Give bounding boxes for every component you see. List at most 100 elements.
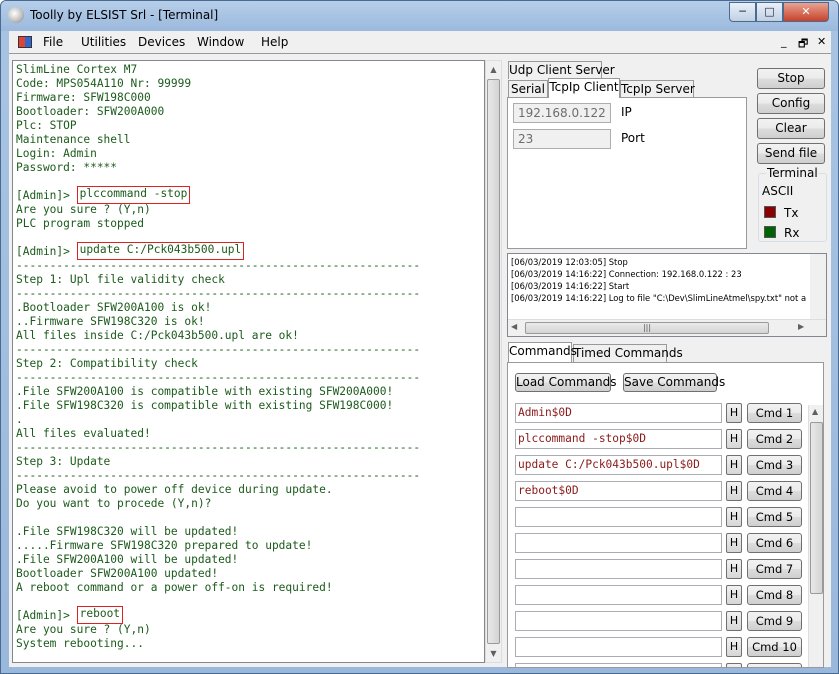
hex-button[interactable]: H xyxy=(726,403,742,423)
terminal-line: [Admin]> plccommand -stop xyxy=(16,186,420,204)
terminal-line: Login: Admin xyxy=(16,147,420,161)
scrollbar-thumb[interactable] xyxy=(810,422,823,594)
hex-button[interactable]: H xyxy=(726,455,742,475)
scroll-up-icon[interactable]: ▲ xyxy=(486,61,501,78)
command-input[interactable] xyxy=(515,507,722,527)
send-command-button[interactable]: Cmd 6 xyxy=(747,533,802,553)
terminal-output[interactable]: SlimLine Cortex M7 Code: MPS054A110 Nr: 9… xyxy=(12,60,485,663)
scroll-right-icon[interactable]: ▶ xyxy=(798,322,804,331)
title-bar[interactable]: Toolly by ELSIST Srl - [Terminal] ─ □ ✕ xyxy=(1,1,838,31)
terminal-line-text: . xyxy=(16,413,23,426)
command-input[interactable]: update C:/Pck043b500.upl$0D xyxy=(515,455,722,475)
scroll-down-icon[interactable]: ▼ xyxy=(486,645,501,662)
tx-label: Tx xyxy=(784,206,799,220)
terminal-line-text: .File SFW200A100 is compatible with exis… xyxy=(16,385,394,398)
terminal-line-text: Bootloader: SFW200A000 xyxy=(16,105,165,118)
config-button[interactable]: Config xyxy=(757,93,825,114)
ip-field[interactable]: 192.168.0.122 xyxy=(513,103,611,123)
terminal-scrollbar[interactable]: ▲ ▼ xyxy=(485,60,502,663)
menu-help[interactable]: Help xyxy=(261,35,288,49)
terminal-line-text: Code: MPS054A110 Nr: 99999 xyxy=(16,77,192,90)
scroll-left-icon[interactable]: ◀ xyxy=(511,322,517,331)
scrollbar-thumb[interactable] xyxy=(487,79,500,644)
port-field[interactable]: 23 xyxy=(513,129,611,149)
send-command-button[interactable]: Cmd 5 xyxy=(747,507,802,527)
highlighted-command: reboot xyxy=(76,606,124,624)
minimize-button[interactable]: ─ xyxy=(729,2,756,22)
close-button[interactable]: ✕ xyxy=(783,2,829,22)
tab-tcpip-server[interactable]: TcpIp Server xyxy=(620,80,695,98)
log-horizontal-scrollbar[interactable]: ◀ ||| ▶ xyxy=(508,319,826,336)
send-command-button[interactable]: Cmd 11 xyxy=(747,663,802,667)
document-icon[interactable] xyxy=(18,36,32,48)
scrollbar-thumb[interactable]: ||| xyxy=(525,322,769,334)
send-command-button[interactable]: Cmd 1 xyxy=(747,403,802,423)
terminal-line-text: All files evaluated! xyxy=(16,427,151,440)
commands-scrollbar[interactable]: ▲ xyxy=(808,405,823,667)
tab-serial[interactable]: Serial xyxy=(508,80,548,98)
hex-button[interactable]: H xyxy=(726,663,742,667)
terminal-line: .....Firmware SFW198C320 prepared to upd… xyxy=(16,539,420,553)
log-vertical-scrollbar[interactable] xyxy=(810,254,826,319)
send-command-button[interactable]: Cmd 8 xyxy=(747,585,802,605)
hex-button[interactable]: H xyxy=(726,585,742,605)
tab-tcpip-client[interactable]: TcpIp Client xyxy=(548,78,620,98)
terminal-line-text: Firmware: SFW198C000 xyxy=(16,91,151,104)
terminal-line-text: Step 3: Update xyxy=(16,455,111,468)
terminal-line: . xyxy=(16,413,420,427)
command-input[interactable]: plccommand -stop$0D xyxy=(515,429,722,449)
send-command-button[interactable]: Cmd 7 xyxy=(747,559,802,579)
terminal-line: Are you sure ? (Y,n) xyxy=(16,203,420,217)
command-input[interactable] xyxy=(515,585,722,605)
hex-button[interactable]: H xyxy=(726,533,742,553)
command-input[interactable]: reboot$0D xyxy=(515,481,722,501)
save-commands-button[interactable]: Save Commands xyxy=(623,373,725,392)
load-commands-button[interactable]: Load Commands xyxy=(515,373,617,392)
log-line: [06/03/2019 12:03:05] Stop xyxy=(511,257,628,267)
tab-commands[interactable]: Commands xyxy=(508,342,577,362)
terminal-line: All files inside C:/Pck043b500.upl are o… xyxy=(16,329,420,343)
terminal-group-title: Terminal xyxy=(766,166,819,180)
command-input[interactable] xyxy=(515,559,722,579)
terminal-line-text: Bootloader SFW200A100 updated! xyxy=(16,567,219,580)
child-close-button[interactable]: ✕ xyxy=(817,35,826,48)
terminal-line-text: SlimLine Cortex M7 xyxy=(16,63,138,76)
send-command-button[interactable]: Cmd 4 xyxy=(747,481,802,501)
log-line: [06/03/2019 14:16:22] Start xyxy=(511,281,630,291)
menu-devices[interactable]: Devices xyxy=(138,35,185,49)
stop-button[interactable]: Stop xyxy=(757,68,825,89)
clear-button[interactable]: Clear xyxy=(757,118,825,139)
terminal-line: ----------------------------------------… xyxy=(16,371,420,385)
terminal-line: [Admin]> update C:/Pck043b500.upl xyxy=(16,242,420,260)
menu-window[interactable]: Window xyxy=(197,35,244,49)
terminal-line-text: Step 1: Upl file validity check xyxy=(16,273,225,286)
send-file-button[interactable]: Send file xyxy=(757,143,825,164)
hex-button[interactable]: H xyxy=(726,611,742,631)
command-input[interactable] xyxy=(515,637,722,657)
command-input[interactable] xyxy=(515,533,722,553)
menu-utilities[interactable]: Utilities xyxy=(81,35,126,49)
tab-timed-commands[interactable]: Timed Commands xyxy=(573,344,683,362)
send-command-button[interactable]: Cmd 9 xyxy=(747,611,802,631)
send-command-button[interactable]: Cmd 2 xyxy=(747,429,802,449)
child-restore-button[interactable]: 🗗 xyxy=(798,35,808,54)
command-input[interactable]: Admin$0D xyxy=(515,403,722,423)
log-text: [06/03/2019 12:03:05] Stop [06/03/2019 14… xyxy=(511,256,806,304)
menu-file[interactable]: File xyxy=(43,35,63,49)
log-panel[interactable]: [06/03/2019 12:03:05] Stop [06/03/2019 14… xyxy=(507,253,827,337)
hex-button[interactable]: H xyxy=(726,429,742,449)
hex-button[interactable]: H xyxy=(726,637,742,657)
terminal-line: .File SFW198C320 is compatible with exis… xyxy=(16,399,420,413)
hex-button[interactable]: H xyxy=(726,507,742,527)
scroll-up-icon[interactable]: ▲ xyxy=(812,407,818,416)
hex-button[interactable]: H xyxy=(726,559,742,579)
child-minimize-button[interactable]: _ xyxy=(781,35,787,48)
command-input[interactable] xyxy=(515,663,722,667)
maximize-button[interactable]: □ xyxy=(756,2,783,22)
command-input[interactable] xyxy=(515,611,722,631)
send-command-button[interactable]: Cmd 3 xyxy=(747,455,802,475)
tab-udp-client-server[interactable]: Udp Client Server xyxy=(508,61,615,79)
hex-button[interactable]: H xyxy=(726,481,742,501)
send-command-button[interactable]: Cmd 10 xyxy=(747,637,802,657)
